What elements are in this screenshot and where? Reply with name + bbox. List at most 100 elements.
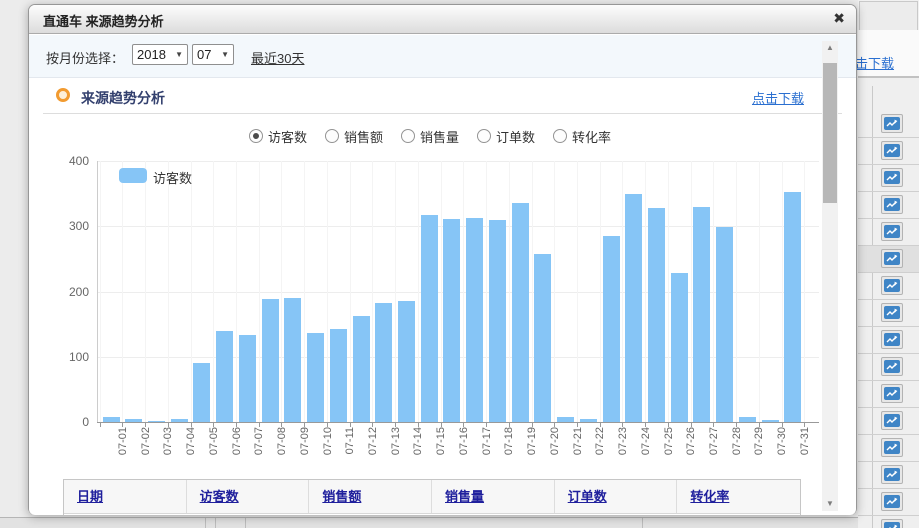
gridline [759,161,760,422]
bar-07-29 [739,417,756,422]
metric-radio-3[interactable]: 销售量 [401,127,459,146]
gridline [350,161,351,422]
dialog-scrollbar[interactable]: ▲ ▼ [822,41,838,511]
trend-chart-icon[interactable] [881,303,903,322]
year-select[interactable]: 2018 ▼ [132,44,188,65]
bar-07-27 [693,207,710,422]
dialog-body: 按月份选择： 2018 ▼ 07 ▼ 最近30天 来源趋势分析 点击下载 访客数… [29,34,856,515]
background-table-row [858,408,919,435]
x-axis-label-07-20: 07-20 [549,427,561,471]
table-header-订单数[interactable]: 订单数 [555,480,678,513]
trend-chart-icon[interactable] [881,330,903,349]
x-axis-label-07-02: 07-02 [140,427,152,471]
trend-chart-icon[interactable] [881,195,903,214]
x-axis-label-07-18: 07-18 [503,427,515,471]
gridline [668,161,669,422]
x-axis-label-07-28: 07-28 [731,427,743,471]
trend-chart-icon[interactable] [881,384,903,403]
metric-radio-label: 销售量 [420,127,459,146]
gridline [736,161,737,422]
trend-chart-icon[interactable] [881,357,903,376]
x-axis-label-07-22: 07-22 [594,427,606,471]
radio-icon[interactable] [553,129,567,143]
metric-radio-group: 访客数销售额 销售量 订单数转化率 [41,126,819,146]
bar-07-07 [239,335,256,422]
radio-icon[interactable] [477,129,491,143]
y-axis-line [97,161,98,422]
background-rows [858,78,919,528]
x-axis-line [97,422,819,423]
metric-radio-5[interactable]: 转化率 [553,127,611,146]
table-header-日期[interactable]: 日期 [64,480,187,513]
legend-swatch[interactable] [119,168,147,183]
radio-selected-icon[interactable] [249,129,263,143]
trend-chart-icon[interactable] [881,249,903,268]
gridline [532,161,533,422]
gridline [236,161,237,422]
table-header-销售量[interactable]: 销售量 [432,480,555,513]
gridline [441,161,442,422]
detail-table: 日期访客数销售额销售量订单数转化率 [63,479,801,515]
bar-07-19 [512,203,529,422]
gridline [213,161,214,422]
x-axis-label-07-13: 07-13 [390,427,402,471]
bar-07-03 [148,421,165,422]
bar-07-23 [603,236,620,422]
metric-radio-label: 访客数 [268,127,307,146]
download-link[interactable]: 点击下载 [752,88,804,107]
background-link-row: 点击下载 [858,30,919,76]
x-axis-label-07-07: 07-07 [253,427,265,471]
trend-chart-icon[interactable] [881,168,903,187]
trend-chart-icon[interactable] [881,411,903,430]
metric-radio-1[interactable]: 访客数 [249,127,307,146]
gridline [577,161,578,422]
metric-radio-2[interactable]: 销售额 [325,127,383,146]
bar-07-31 [784,192,801,422]
scroll-down-icon[interactable]: ▼ [822,497,838,511]
y-axis-tick-label: 0 [41,415,89,429]
trend-chart-icon[interactable] [881,492,903,511]
bar-07-08 [262,299,279,422]
dialog-header[interactable]: 直通车 来源趋势分析 ✖ [29,5,856,34]
close-icon[interactable]: ✖ [833,10,845,27]
bar-07-01 [103,417,120,422]
scrollbar-thumb[interactable] [823,63,837,203]
gridline [145,161,146,422]
gridline [713,161,714,422]
trend-analysis-dialog: 直通车 来源趋势分析 ✖ 按月份选择： 2018 ▼ 07 ▼ 最近30天 来源… [28,4,857,515]
gridline [100,161,101,422]
gridline [782,161,783,422]
trend-chart-icon[interactable] [881,141,903,160]
gridline [622,161,623,422]
trend-chart-icon[interactable] [881,465,903,484]
screen: 点击下载 直通车 来源趋势分析 ✖ 按月份选择： 2018 ▼ [0,0,919,528]
radio-icon[interactable] [401,129,415,143]
metric-radio-4[interactable]: 订单数 [477,127,535,146]
month-select-value: 07 [197,47,211,62]
year-select-value: 2018 [137,47,166,62]
background-table-row [858,111,919,138]
trend-chart-icon[interactable] [881,222,903,241]
radio-icon[interactable] [325,129,339,143]
gridline [97,161,819,162]
y-axis-tick-label: 300 [41,219,89,233]
recent-30-days-link[interactable]: 最近30天 [251,48,304,67]
bar-07-25 [648,208,665,422]
table-header-访客数[interactable]: 访客数 [187,480,310,513]
month-select[interactable]: 07 ▼ [192,44,234,65]
trend-chart-icon[interactable] [881,438,903,457]
trend-chart-icon[interactable] [881,114,903,133]
scroll-up-icon[interactable]: ▲ [822,41,838,55]
trend-chart-icon[interactable] [881,276,903,295]
background-table: 点击下载 [858,0,919,528]
trend-chart-icon[interactable] [881,519,903,528]
legend-label[interactable]: 访客数 [153,168,192,187]
gridline [122,161,123,422]
bar-07-02 [125,419,142,422]
background-table-row [858,354,919,381]
table-header-销售额[interactable]: 销售额 [309,480,432,513]
metric-radio-label: 订单数 [496,127,535,146]
background-header-cell [859,1,918,31]
table-header-转化率[interactable]: 转化率 [677,480,800,513]
dialog-title: 直通车 来源趋势分析 [43,11,164,30]
